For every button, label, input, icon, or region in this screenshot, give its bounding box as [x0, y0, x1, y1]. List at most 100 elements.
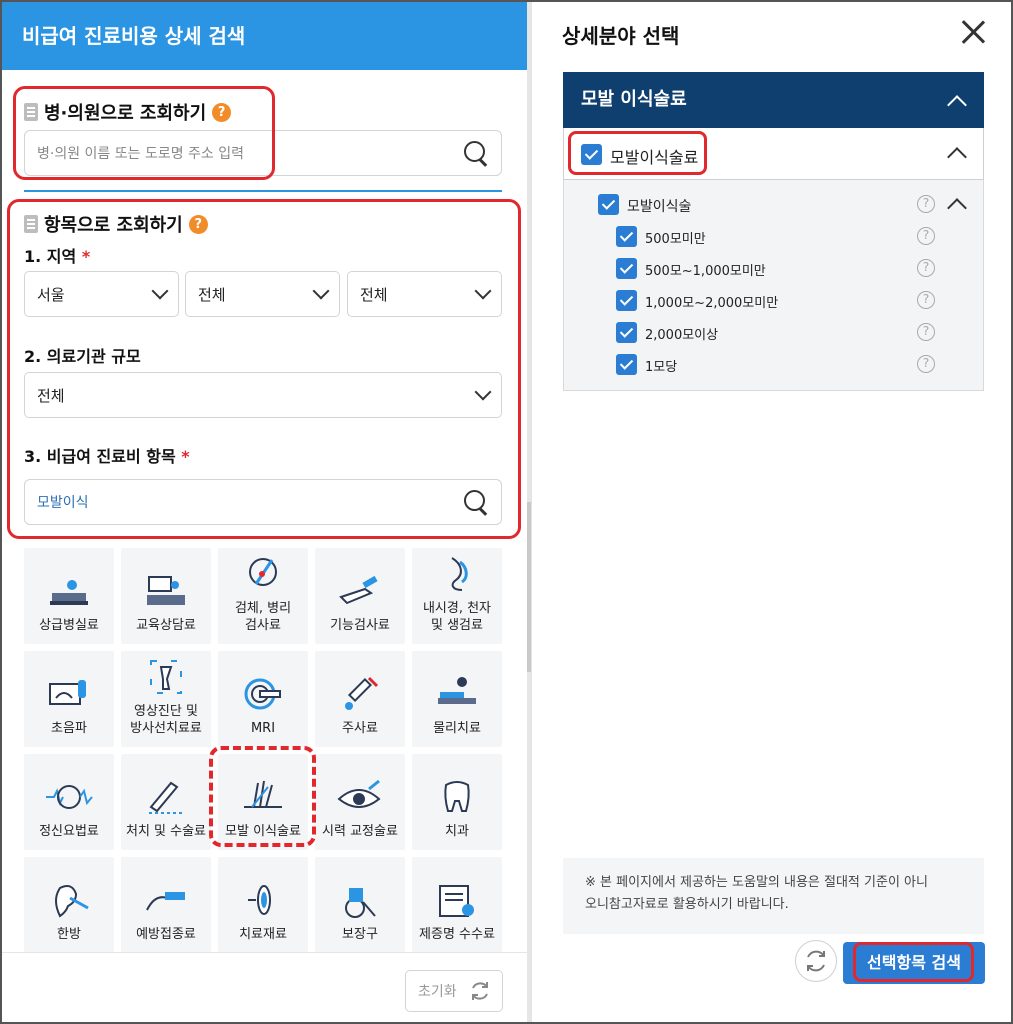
category-label: 검체, 병리 검사료 — [234, 601, 292, 633]
category-label: 제증명 수수료 — [419, 927, 495, 942]
help-icon[interactable]: ? — [212, 102, 232, 122]
chevron-down-icon — [474, 383, 492, 401]
item-checkbox[interactable] — [616, 290, 637, 311]
category-tile[interactable]: 초음파 — [24, 651, 114, 747]
category-label: MRI — [250, 721, 276, 736]
item-label: 500모미만 — [645, 232, 706, 247]
category-label: 초음파 — [51, 721, 87, 736]
category-tile[interactable]: 치료재료 — [218, 857, 308, 953]
vaccination-icon — [146, 892, 185, 911]
category-label: 주사료 — [342, 721, 378, 736]
ultrasound-icon — [49, 680, 86, 705]
item-section-label: 항목으로 조회하기 — [44, 215, 183, 236]
category-label: 처치 및 수술료 — [125, 824, 207, 839]
category-tile[interactable]: 모발 이식술료 — [218, 754, 308, 850]
category-tile[interactable]: 정신요법료 — [24, 754, 114, 850]
help-icon[interactable]: ? — [917, 355, 935, 373]
mri-scanner-icon — [244, 678, 281, 710]
hair-transplant-icon — [244, 780, 282, 808]
subgroup-label: 모발이식술 — [627, 199, 692, 215]
region-select-dong[interactable]: 전체 — [347, 271, 502, 317]
region-select-district[interactable]: 전체 — [185, 271, 340, 317]
category-tile[interactable]: 교육상담료 — [121, 548, 211, 644]
group-label: 모발이식술료 — [610, 148, 699, 167]
category-label: 물리치료 — [433, 721, 481, 736]
item-section-title: 항목으로 조회하기 ? — [24, 211, 208, 237]
help-notice: ※ 본 페이지에서 제공하는 도움말의 내용은 절대적 기준이 아니 오니참고자… — [563, 858, 984, 934]
acupuncture-ear-icon — [55, 885, 89, 918]
item-label: 1모당 — [645, 360, 678, 375]
search-panel: 비급여 진료비용 상세 검색 병·의원으로 조회하기 ? 병·의원 이름 또는 … — [2, 2, 533, 1022]
category-tile[interactable]: 영상진단 및 방사선치료료 — [121, 651, 211, 747]
category-tile[interactable]: 물리치료 — [412, 651, 502, 747]
item-checkbox[interactable] — [616, 354, 637, 375]
section-divider — [24, 190, 502, 192]
help-icon[interactable]: ? — [917, 259, 935, 277]
help-icon[interactable]: ? — [188, 214, 208, 234]
eye-laser-icon — [337, 779, 381, 808]
category-label: 시력 교정술료 — [322, 824, 398, 839]
help-icon[interactable]: ? — [917, 291, 935, 309]
item-search-input[interactable]: 모발이식 — [24, 479, 502, 525]
selected-search-button[interactable]: 선택항목 검색 — [843, 942, 985, 984]
category-tile[interactable]: 치과 — [412, 754, 502, 850]
reset-label: 초기화 — [418, 984, 457, 1000]
category-tile[interactable]: 검체, 병리 검사료 — [218, 548, 308, 644]
close-icon[interactable] — [960, 18, 988, 46]
category-tile[interactable]: 내시경, 천자 및 생검료 — [412, 548, 502, 644]
scale-label: 2. 의료기관 규모 — [24, 347, 141, 366]
chevron-down-icon — [474, 282, 492, 300]
category-tile[interactable]: MRI — [218, 651, 308, 747]
category-label: 정신요법료 — [39, 824, 99, 839]
hospital-bed-icon — [50, 580, 88, 605]
category-label: 교육상담료 — [136, 618, 196, 633]
building-icon — [24, 103, 38, 121]
category-label: 내시경, 천자 및 생검료 — [422, 601, 492, 633]
item-checkbox[interactable] — [616, 258, 637, 279]
wheelchair-icon — [345, 888, 376, 918]
reset-button[interactable]: 초기화 — [405, 970, 503, 1012]
category-tile[interactable]: 상급병실료 — [24, 548, 114, 644]
detail-panel-title: 상세분야 선택 — [562, 24, 680, 48]
chevron-down-icon — [312, 282, 330, 300]
item-label: 500모~1,000모미만 — [645, 264, 766, 279]
accordion-header[interactable]: 모발 이식술료 — [563, 72, 984, 128]
category-tile[interactable]: 시력 교정술료 — [315, 754, 405, 850]
xray-bone-icon — [150, 660, 182, 694]
category-tile[interactable]: 예방접종료 — [121, 857, 211, 953]
scale-select[interactable]: 전체 — [24, 372, 502, 418]
group-checkbox[interactable] — [581, 144, 602, 165]
category-tile[interactable]: 보장구 — [315, 857, 405, 953]
region-select-city[interactable]: 서울 — [24, 271, 179, 317]
search-icon[interactable] — [463, 489, 489, 515]
refresh-icon — [807, 950, 825, 972]
search-icon[interactable] — [463, 140, 489, 166]
specimen-test-icon — [249, 558, 277, 586]
hospital-search-input[interactable]: 병·의원 이름 또는 도로명 주소 입력 — [24, 130, 502, 176]
category-label: 보장구 — [342, 927, 378, 942]
subgroup-checkbox[interactable] — [598, 194, 619, 215]
category-tile[interactable]: 제증명 수수료 — [412, 857, 502, 953]
category-tile[interactable]: 한방 — [24, 857, 114, 953]
physical-therapy-icon — [438, 677, 476, 704]
refresh-button[interactable] — [795, 940, 837, 982]
item-checkbox[interactable] — [616, 226, 637, 247]
category-label: 상급병실료 — [39, 618, 99, 633]
region-label: 1. 지역 * — [24, 247, 91, 266]
category-tile[interactable]: 주사료 — [315, 651, 405, 747]
help-icon[interactable]: ? — [917, 195, 935, 213]
syringe-icon — [345, 676, 379, 710]
category-tile[interactable]: 기능검사료 — [315, 548, 405, 644]
category-tile[interactable]: 처치 및 수술료 — [121, 754, 211, 850]
item-checkbox[interactable] — [616, 322, 637, 343]
hospital-section-label: 병·의원으로 조회하기 — [44, 103, 207, 124]
brain-wave-icon — [46, 785, 93, 809]
help-icon[interactable]: ? — [917, 227, 935, 245]
list-doc-icon — [24, 215, 38, 233]
item-label: 1,000모~2,000모미만 — [645, 296, 779, 311]
category-label: 모발 이식술료 — [225, 824, 301, 839]
refresh-icon — [472, 982, 488, 1000]
help-icon[interactable]: ? — [917, 323, 935, 341]
notice-text: ※ 본 페이지에서 제공하는 도움말의 내용은 절대적 기준이 아니 오니참고자… — [585, 875, 928, 912]
category-label: 치료재료 — [239, 927, 287, 942]
